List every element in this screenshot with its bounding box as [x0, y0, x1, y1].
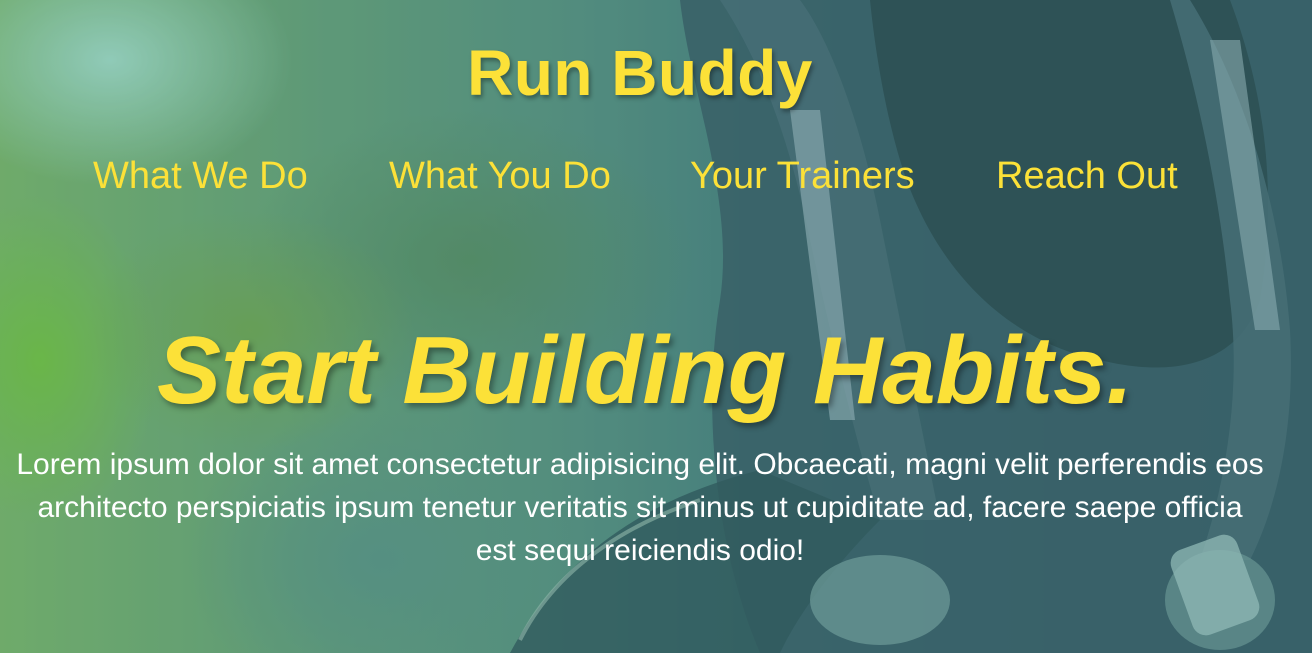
nav-link-reach-out[interactable]: Reach Out	[996, 155, 1178, 198]
nav-link-what-you-do[interactable]: What You Do	[389, 155, 611, 198]
site-title[interactable]: Run Buddy	[0, 36, 1280, 110]
main-nav: What We Do What You Do Your Trainers Rea…	[0, 155, 1312, 203]
nav-link-what-we-do[interactable]: What We Do	[93, 155, 308, 198]
nav-link-your-trainers[interactable]: Your Trainers	[690, 155, 915, 198]
hero-section: Run Buddy What We Do What You Do Your Tr…	[0, 0, 1312, 653]
hero-intro-text: Lorem ipsum dolor sit amet consectetur a…	[16, 448, 1264, 567]
hero-headline: Start Building Habits.	[156, 317, 1134, 424]
